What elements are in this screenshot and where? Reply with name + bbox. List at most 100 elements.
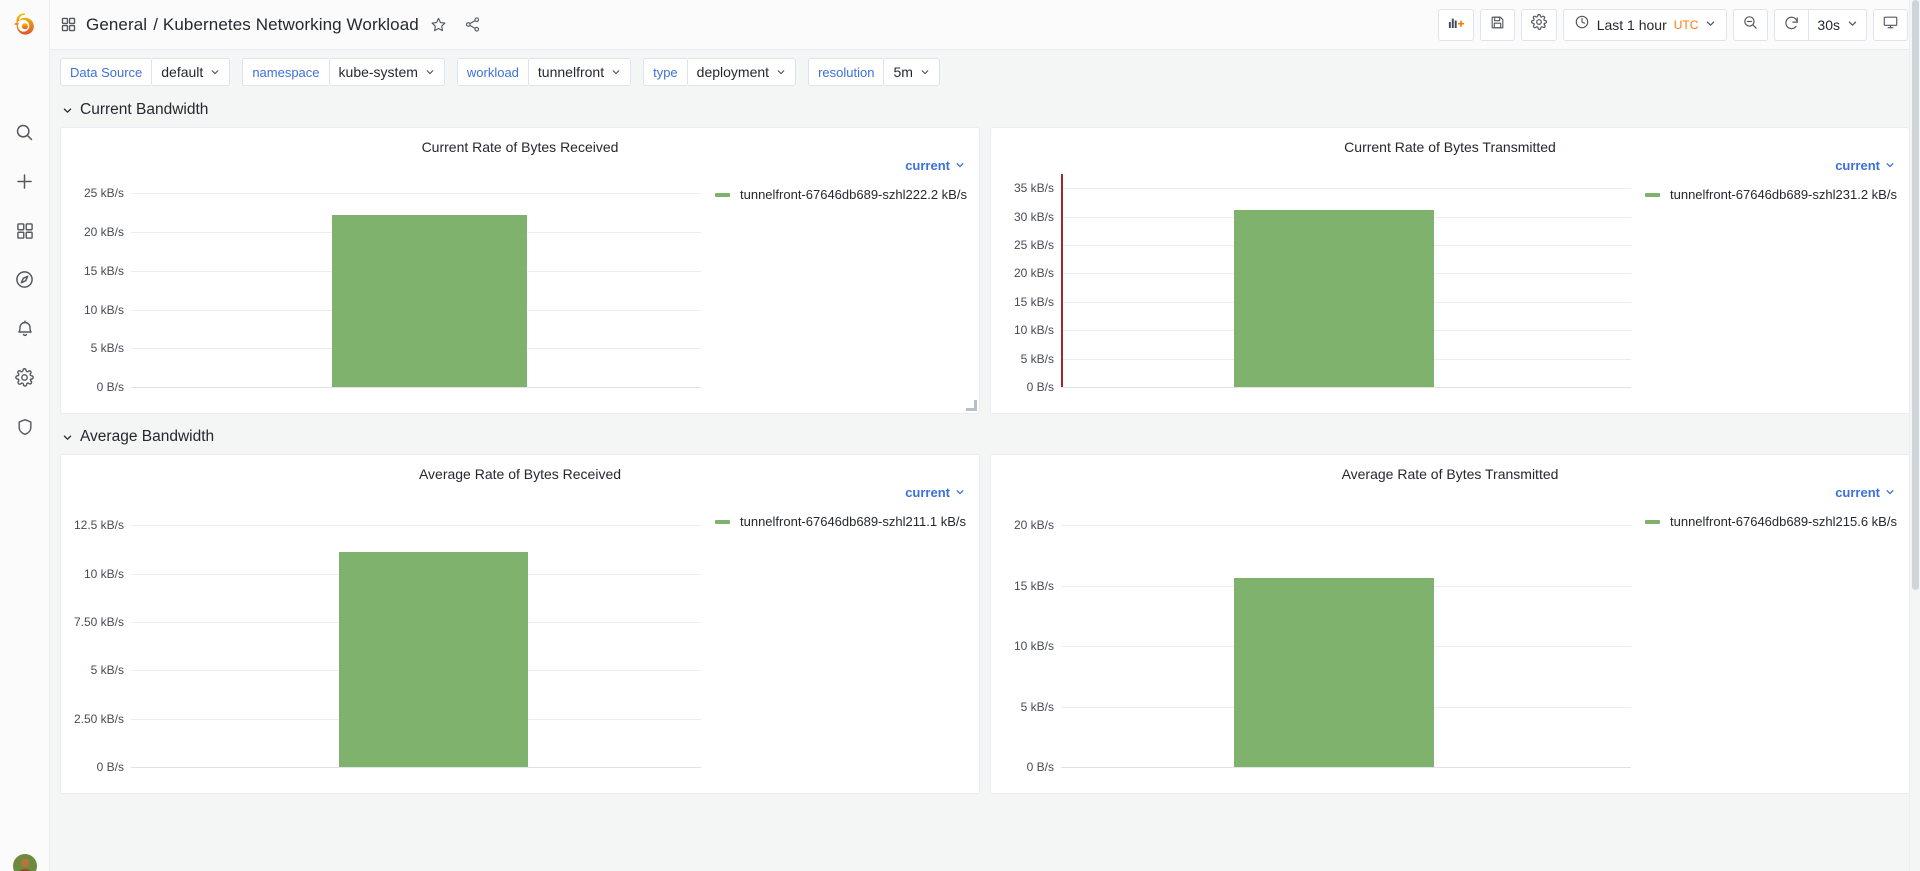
chevron-down-icon <box>1705 16 1716 34</box>
chevron-down-icon <box>425 67 435 77</box>
panel-resize-handle[interactable] <box>966 400 977 411</box>
settings-gear-icon <box>1530 13 1548 36</box>
legend-series-value: 31.2 kB/s <box>1842 187 1897 202</box>
graph-area[interactable]: 25 kB/s 20 kB/s 15 kB/s 10 kB/s 5 kB/s 0 B/s <box>61 158 707 411</box>
legend-color-swatch[interactable] <box>715 192 730 197</box>
user-avatar[interactable] <box>0 853 50 871</box>
legend-item[interactable]: tunnelfront-67646db689-szhl2 31.2 kB/s <box>1637 187 1897 202</box>
y-axis-tick-label: 30 kB/s <box>1013 209 1054 224</box>
series-bar[interactable] <box>339 552 529 767</box>
sidebar-item-server-admin[interactable] <box>0 402 50 451</box>
sidebar-item-search[interactable] <box>0 108 50 157</box>
panel-title[interactable]: Current Rate of Bytes Received <box>61 128 979 158</box>
y-axis-tick-label: 0 B/s <box>96 380 124 394</box>
add-panel-icon <box>1447 13 1465 36</box>
panel-current-rate-bytes-received[interactable]: Current Rate of Bytes Received 25 kB/s 20… <box>60 127 980 414</box>
legend-item[interactable]: tunnelfront-67646db689-szhl2 22.2 kB/s <box>707 187 967 202</box>
sidebar-item-configuration[interactable] <box>0 353 50 402</box>
chevron-down-icon <box>1885 485 1895 500</box>
add-panel-button[interactable] <box>1437 8 1474 41</box>
gridline <box>131 193 701 195</box>
y-axis-tick-label: 15 kB/s <box>1013 578 1054 593</box>
plot-area: 20 kB/s 15 kB/s 10 kB/s 5 kB/s 0 B/s <box>1014 501 1631 774</box>
legend-item[interactable]: tunnelfront-67646db689-szhl2 15.6 kB/s <box>1637 514 1897 529</box>
panel-title[interactable]: Average Rate of Bytes Transmitted <box>991 455 1909 485</box>
legend-color-swatch[interactable] <box>715 519 730 524</box>
variable-dropdown[interactable]: default <box>151 58 231 86</box>
breadcrumb: General / Kubernetes Networking Workload <box>60 11 487 39</box>
gridline <box>1061 767 1631 768</box>
variable-label: resolution <box>808 58 884 86</box>
chevron-down-icon <box>1885 158 1895 173</box>
timezone-label: UTC <box>1673 17 1699 32</box>
plot-area: 25 kB/s 20 kB/s 15 kB/s 10 kB/s 5 kB/s 0 B/s <box>84 174 701 394</box>
variable-workload: workload tunnelfront <box>456 58 632 86</box>
panel-average-rate-bytes-received[interactable]: Average Rate of Bytes Received 12.5 kB/s… <box>60 454 980 794</box>
variable-value: deployment <box>696 64 770 80</box>
legend-color-swatch[interactable] <box>1645 519 1660 524</box>
row-header-average-bandwidth[interactable]: Average Bandwidth <box>60 423 1910 451</box>
tv-mode-icon <box>1882 14 1899 36</box>
gridline <box>1061 387 1631 388</box>
y-axis-tick-label: 20 kB/s <box>1013 518 1054 533</box>
chevron-down-icon <box>1847 16 1858 34</box>
gridline <box>131 387 701 388</box>
legend: current tunnelfront-67646db689-szhl2 15.… <box>1637 485 1909 791</box>
row-header-current-bandwidth[interactable]: Current Bandwidth <box>60 96 1910 124</box>
legend-sort-current[interactable]: current <box>1835 485 1895 500</box>
refresh-button[interactable] <box>1774 8 1809 41</box>
main-column: General / Kubernetes Networking Workload <box>50 0 1920 871</box>
graph-area[interactable]: 12.5 kB/s 10 kB/s 7.50 kB/s 5 kB/s 2.50 kB/s… <box>61 485 707 791</box>
grafana-logo[interactable] <box>0 0 50 50</box>
refresh-interval-dropdown[interactable]: 30s <box>1808 8 1867 41</box>
sidebar-item-explore[interactable] <box>0 255 50 304</box>
tv-mode-button[interactable] <box>1873 8 1908 41</box>
y-axis-tick-label: 10 kB/s <box>83 302 124 317</box>
variable-dropdown[interactable]: kube-system <box>328 58 445 86</box>
legend-color-swatch[interactable] <box>1645 192 1660 197</box>
breadcrumb-folder[interactable]: General <box>86 15 147 35</box>
chevron-down-icon <box>955 158 965 173</box>
variable-resolution: resolution 5m <box>808 58 940 86</box>
sidebar-item-create[interactable] <box>0 157 50 206</box>
series-bar[interactable] <box>1234 578 1435 767</box>
variable-datasource: Data Source default <box>60 58 231 86</box>
variable-dropdown[interactable]: 5m <box>883 58 940 86</box>
series-bar[interactable] <box>1234 209 1435 387</box>
sidebar-item-alerting[interactable] <box>0 304 50 353</box>
variable-dropdown[interactable]: deployment <box>686 58 797 86</box>
graph-area[interactable]: 35 kB/s 30 kB/s 25 kB/s 20 kB/s 15 kB/s 10 kB… <box>991 158 1637 411</box>
legend-series-name: tunnelfront-67646db689-szhl2 <box>740 187 913 202</box>
gridline <box>1061 188 1631 190</box>
chevron-down-icon <box>62 432 73 443</box>
variable-dropdown[interactable]: tunnelfront <box>527 58 632 86</box>
y-axis-tick-label: 7.50 kB/s <box>73 614 124 629</box>
panel-title[interactable]: Average Rate of Bytes Received <box>61 455 979 485</box>
legend-sort-current[interactable]: current <box>1835 158 1895 173</box>
panel-title[interactable]: Current Rate of Bytes Transmitted <box>991 128 1909 158</box>
y-axis-tick-label: 5 kB/s <box>1020 351 1054 366</box>
variable-label: type <box>643 58 687 86</box>
panel-current-rate-bytes-transmitted[interactable]: Current Rate of Bytes Transmitted 35 kB/… <box>990 127 1910 414</box>
y-axis-tick-label: 35 kB/s <box>1013 181 1054 196</box>
share-icon[interactable] <box>459 11 487 39</box>
graph-area[interactable]: 20 kB/s 15 kB/s 10 kB/s 5 kB/s 0 B/s <box>991 485 1637 791</box>
scrollbar-thumb[interactable] <box>1912 0 1919 590</box>
sidebar-item-dashboards[interactable] <box>0 206 50 255</box>
legend-sort-current[interactable]: current <box>905 158 965 173</box>
y-axis-tick-label: 10 kB/s <box>1013 323 1054 338</box>
series-bar[interactable] <box>331 215 528 387</box>
legend-item[interactable]: tunnelfront-67646db689-szhl2 11.1 kB/s <box>707 514 966 529</box>
legend-sort-current[interactable]: current <box>905 485 965 500</box>
page-title[interactable]: Kubernetes Networking Workload <box>163 15 419 35</box>
star-icon[interactable] <box>425 11 453 39</box>
zoom-out-time-button[interactable] <box>1733 8 1769 41</box>
legend: current tunnelfront-67646db689-szhl2 31.… <box>1637 158 1909 411</box>
y-axis-tick-label: 5 kB/s <box>1020 699 1054 714</box>
panel-average-rate-bytes-transmitted[interactable]: Average Rate of Bytes Transmitted 20 kB/… <box>990 454 1910 794</box>
page-scrollbar[interactable] <box>1909 0 1920 871</box>
template-variable-bar: Data Source default namespace kube-syste… <box>50 50 1920 94</box>
time-range-picker[interactable]: Last 1 hour UTC <box>1562 8 1728 41</box>
save-dashboard-button[interactable] <box>1479 8 1515 41</box>
dashboard-settings-button[interactable] <box>1520 8 1557 41</box>
